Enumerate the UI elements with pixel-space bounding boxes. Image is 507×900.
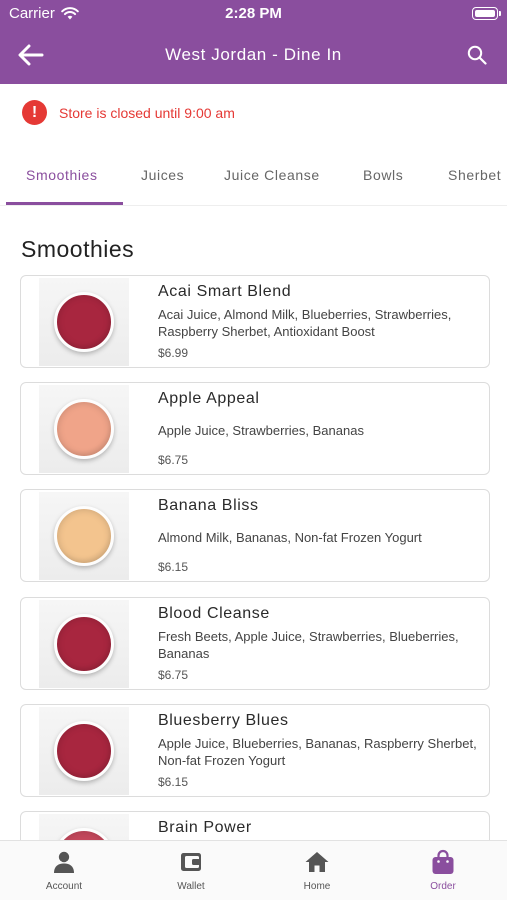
- product-name: Acai Smart Blend: [158, 283, 292, 300]
- shopping-bag-icon: [429, 849, 457, 875]
- product-image: [39, 600, 129, 688]
- product-card[interactable]: Bluesberry Blues Apple Juice, Blueberrie…: [20, 704, 490, 797]
- tabbar-label: Account: [45, 881, 83, 892]
- product-name: Blood Cleanse: [158, 605, 270, 622]
- product-name: Brain Power: [158, 819, 252, 836]
- home-icon: [303, 849, 331, 875]
- product-card[interactable]: Blood Cleanse Fresh Beets, Apple Juice, …: [20, 597, 490, 690]
- product-price: $6.75: [158, 668, 189, 682]
- product-name: Bluesberry Blues: [158, 712, 289, 729]
- product-image: [39, 814, 129, 840]
- smoothie-cup-image: [54, 292, 114, 352]
- product-card[interactable]: Banana Bliss Almond Milk, Bananas, Non-f…: [20, 489, 490, 582]
- product-card[interactable]: Apple Appeal Apple Juice, Strawberries, …: [20, 382, 490, 475]
- smoothie-cup-image: [54, 614, 114, 674]
- person-icon: [50, 849, 78, 875]
- product-list: Smoothies Acai Smart Blend Acai Juice, A…: [0, 0, 507, 840]
- tabbar-item-account[interactable]: Account: [24, 849, 104, 892]
- tabbar-label: Home: [303, 881, 331, 892]
- smoothie-cup-image: [54, 828, 114, 840]
- product-price: $6.75: [158, 453, 189, 467]
- tabbar-label: Wallet: [177, 881, 205, 892]
- product-image: [39, 492, 129, 580]
- product-description: Fresh Beets, Apple Juice, Strawberries, …: [158, 629, 459, 661]
- section-title: Smoothies: [21, 236, 135, 262]
- product-price: $6.99: [158, 346, 189, 360]
- product-image: [39, 707, 129, 795]
- tabbar-item-wallet[interactable]: Wallet: [151, 849, 231, 892]
- tabbar-label: Order: [430, 881, 456, 892]
- product-card[interactable]: Brain Power: [20, 811, 490, 840]
- product-card[interactable]: Acai Smart Blend Acai Juice, Almond Milk…: [20, 275, 490, 368]
- product-description: Acai Juice, Almond Milk, Blueberries, St…: [158, 307, 452, 339]
- bottom-tab-bar: Account Wallet Home Order: [0, 840, 507, 900]
- smoothie-cup-image: [54, 506, 114, 566]
- product-price: $6.15: [158, 775, 189, 789]
- wallet-icon: [177, 849, 205, 875]
- product-description: Apple Juice, Blueberries, Bananas, Raspb…: [158, 736, 477, 768]
- smoothie-cup-image: [54, 399, 114, 459]
- product-image: [39, 278, 129, 366]
- product-price: $6.15: [158, 560, 189, 574]
- smoothie-cup-image: [54, 721, 114, 781]
- product-description: Almond Milk, Bananas, Non-fat Frozen Yog…: [158, 530, 422, 545]
- product-image: [39, 385, 129, 473]
- tabbar-item-home[interactable]: Home: [277, 849, 357, 892]
- product-description: Apple Juice, Strawberries, Bananas: [158, 423, 364, 438]
- product-name: Banana Bliss: [158, 497, 259, 514]
- product-name: Apple Appeal: [158, 390, 260, 407]
- tabbar-item-order[interactable]: Order: [403, 849, 483, 892]
